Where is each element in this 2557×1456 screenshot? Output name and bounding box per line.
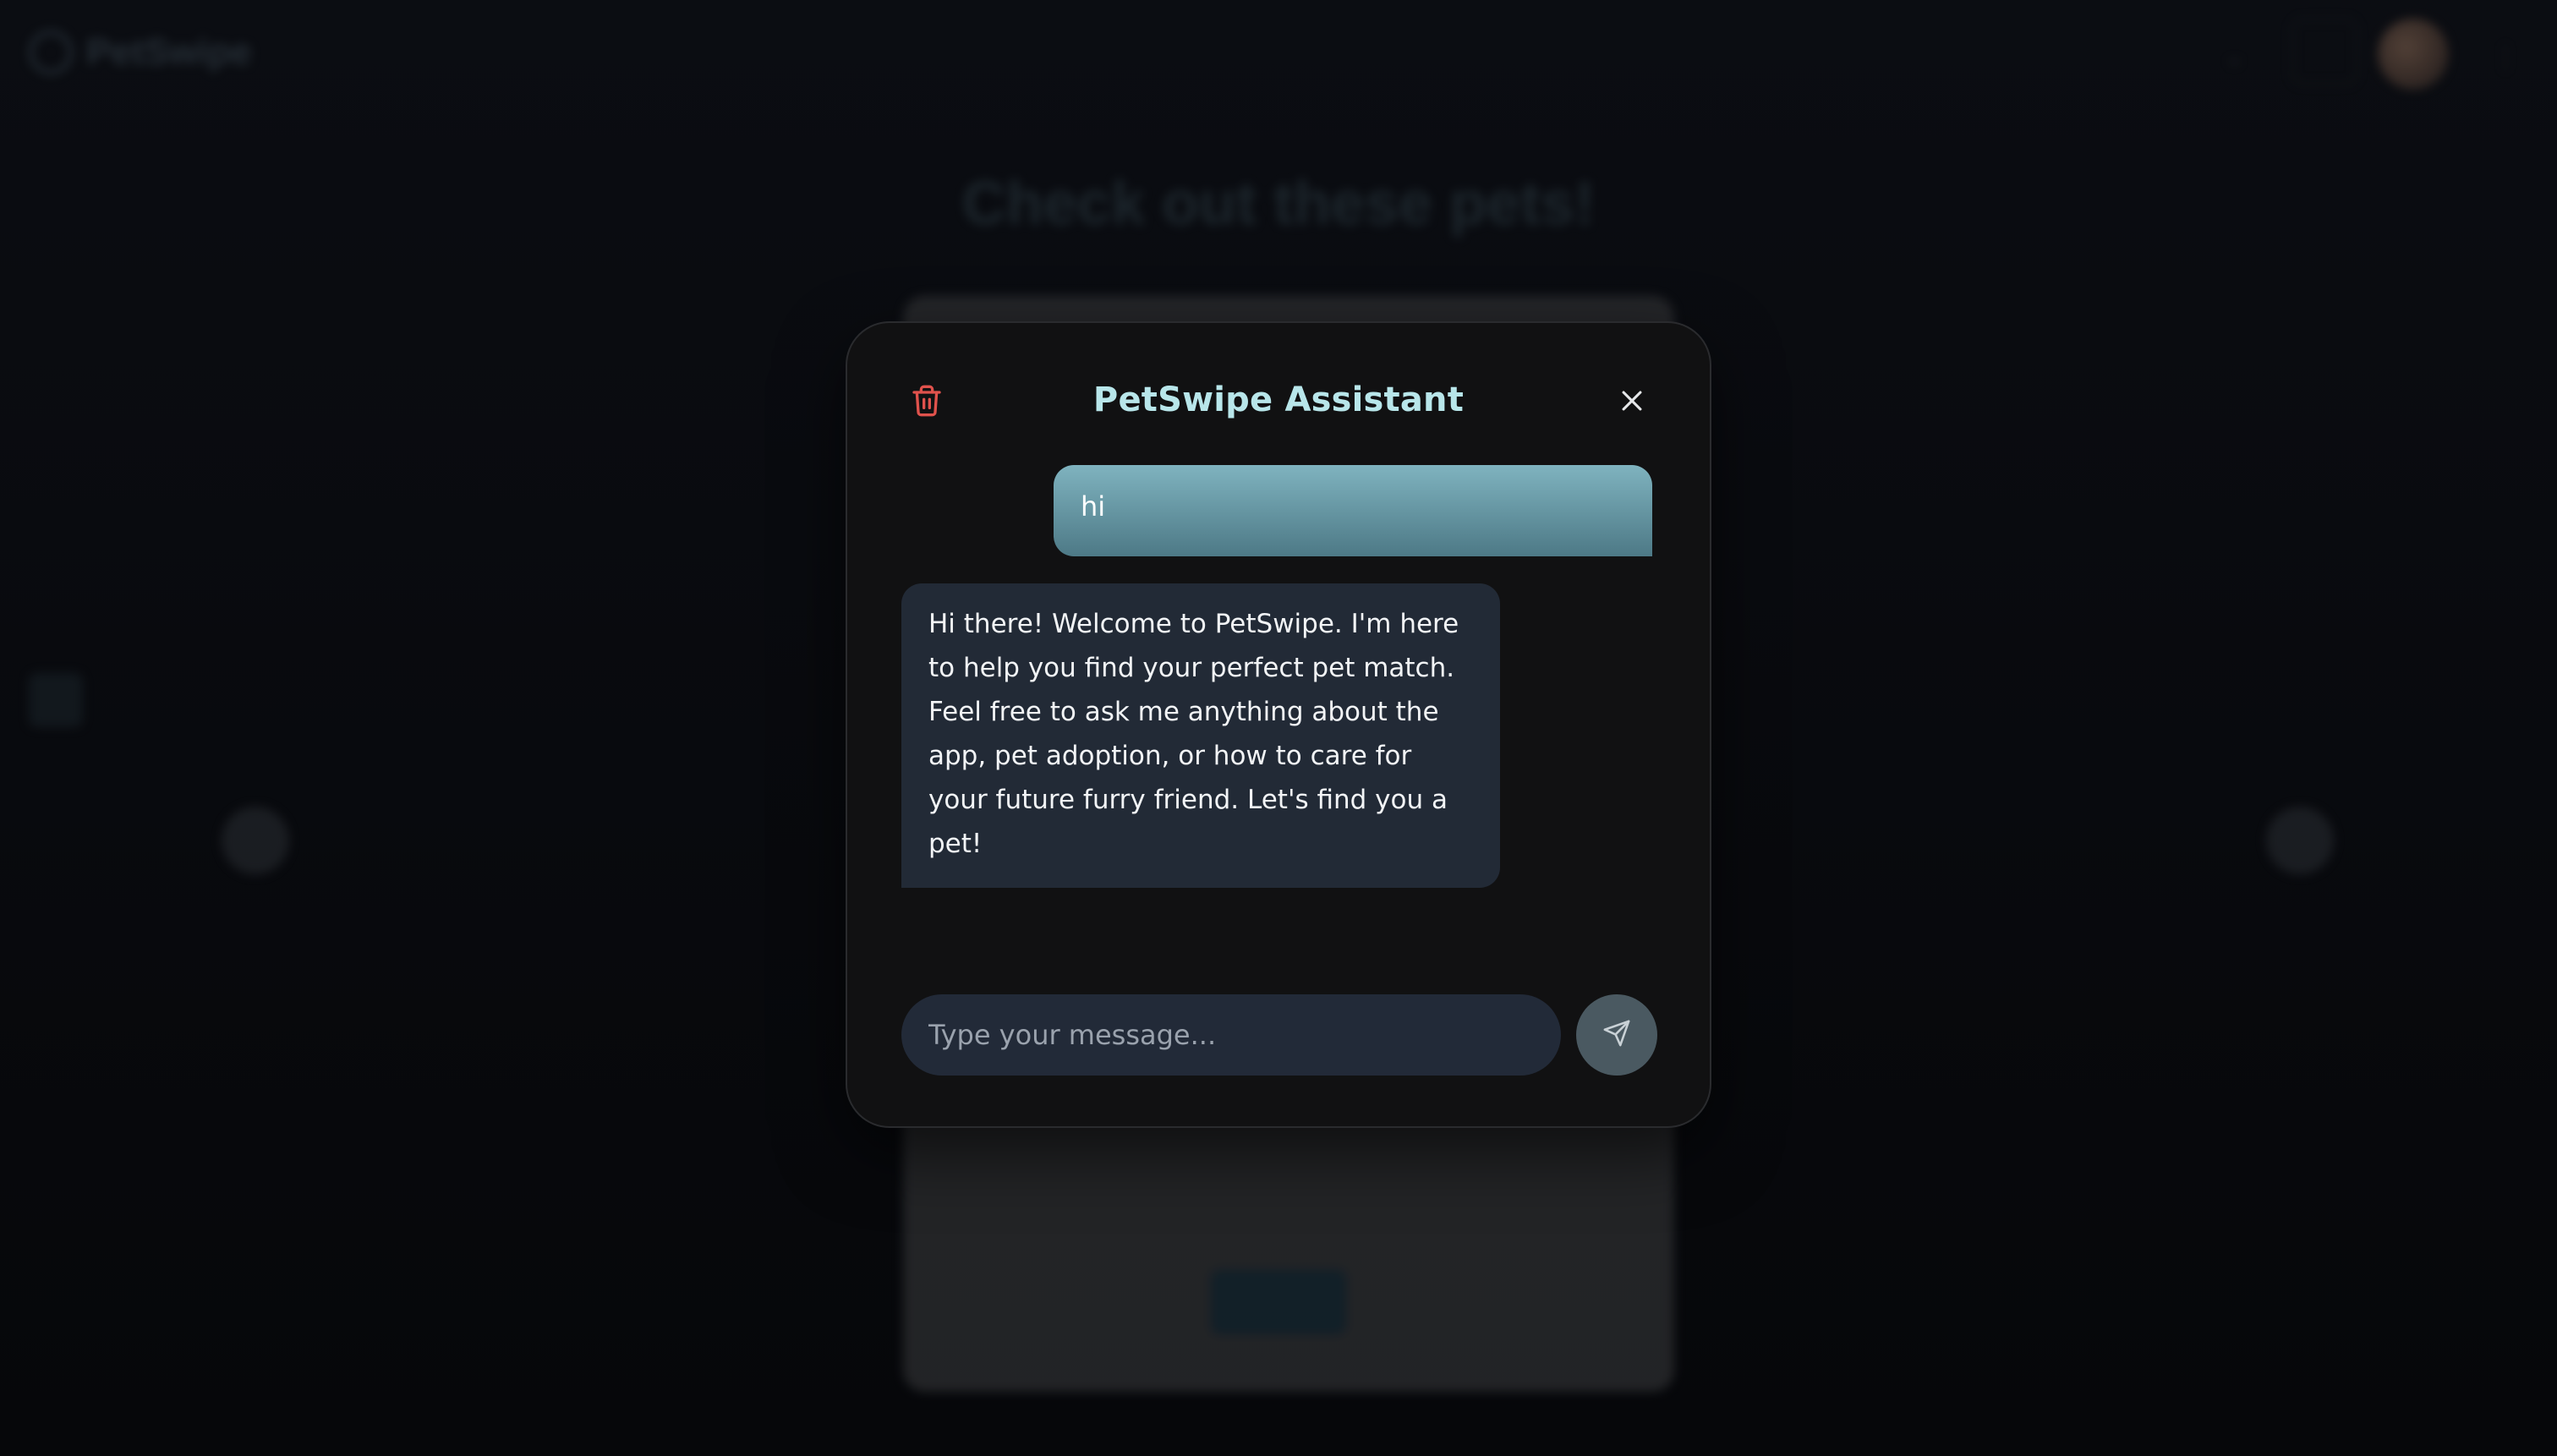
close-button[interactable] <box>1605 375 1659 430</box>
modal-title: PetSwipe Assistant <box>1092 380 1465 419</box>
chevron-down-icon[interactable]: ⌄ <box>2224 42 2245 72</box>
app-logo[interactable]: PetSwipe <box>29 30 252 74</box>
logo-icon <box>29 30 73 74</box>
user-message: hi <box>1054 465 1652 556</box>
message-input[interactable] <box>901 994 1561 1076</box>
top-bar: PetSwipe ⌄ ⋮ <box>0 0 2557 110</box>
page-title: Check out these pets! <box>961 170 1596 238</box>
assistant-modal: PetSwipe Assistant hi Hi there! Welcome … <box>846 321 1711 1128</box>
menu-icon[interactable]: ⋮ <box>2491 41 2520 74</box>
app-name: PetSwipe <box>86 31 252 73</box>
close-icon <box>1618 386 1646 419</box>
previous-pet-button[interactable] <box>222 807 289 874</box>
sidebar-toggle-button[interactable] <box>29 673 83 727</box>
send-button[interactable] <box>1576 994 1657 1076</box>
avatar[interactable] <box>2378 19 2449 90</box>
message-composer <box>901 994 1659 1076</box>
next-pet-button[interactable] <box>2266 807 2334 874</box>
app-page: PetSwipe ⌄ ⋮ Check out these pets! PetSw… <box>0 0 2557 1456</box>
notifications-button[interactable] <box>2291 19 2357 85</box>
pet-card-action-button[interactable] <box>1211 1270 1346 1334</box>
send-icon <box>1602 1019 1631 1052</box>
assistant-message: Hi there! Welcome to PetSwipe. I'm here … <box>901 583 1500 888</box>
